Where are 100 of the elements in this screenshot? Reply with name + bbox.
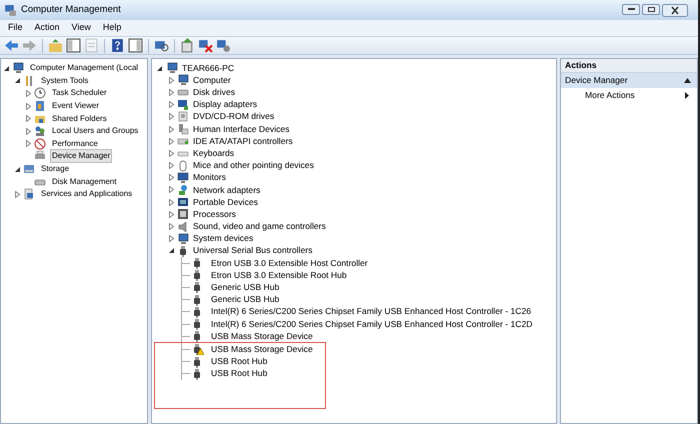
back-arrow-icon[interactable] [4,38,19,53]
collapsed-arrow-icon[interactable] [168,162,175,170]
device-item[interactable]: Generic USB Hub [211,293,280,306]
device-item[interactable]: USB Mass Storage Device [211,330,313,343]
device-category[interactable]: Human Interface Devices [193,122,290,136]
expanded-arrow-icon[interactable] [156,64,163,72]
tree-item[interactable]: Storage [39,162,72,176]
device-category[interactable]: System devices [193,232,254,246]
device-tree-root[interactable]: TEAR666-PC [182,62,234,75]
device-item[interactable]: Etron USB 3.0 Extensible Root Hub [211,268,347,282]
close-button[interactable] [662,4,688,16]
services-icon [23,188,35,200]
expanded-arrow-icon[interactable] [168,247,175,254]
collapsed-arrow-icon[interactable] [168,88,175,96]
usb-plug-icon [191,281,203,294]
menu-item[interactable]: Help [96,21,128,35]
tree-item[interactable]: System Tools [39,74,90,88]
collapsed-arrow-icon[interactable] [25,115,32,122]
menu-item[interactable]: Action [28,21,66,35]
device-item[interactable]: Intel(R) 6 Series/C200 Series Chipset Family USB Enhanced Host Controller - 1C26 [211,305,532,318]
expanded-arrow-icon[interactable] [14,166,21,173]
maximize-button[interactable] [642,4,660,14]
tree-item[interactable]: Task Scheduler [50,86,109,100]
collapsed-arrow-icon[interactable] [25,102,32,110]
actions-section[interactable]: Device Manager [561,73,697,88]
device-category[interactable]: Mice and other pointing devices [193,159,314,172]
console-tree-icon[interactable] [66,38,81,53]
tree-item[interactable]: Local Users and Groups [50,124,140,138]
drive-icon [177,110,189,123]
device-category[interactable]: Monitors [193,171,226,184]
more-actions-link[interactable]: More Actions [585,89,635,102]
device-category[interactable]: Processors [193,208,236,221]
collapsed-arrow-icon[interactable] [14,190,21,198]
collapsed-arrow-icon[interactable] [168,198,175,206]
folder-icon[interactable] [48,38,63,53]
usb-plug-icon [177,244,189,257]
minimize-button[interactable] [622,4,640,14]
device-category[interactable]: Computer [193,74,231,87]
expanded-arrow-icon[interactable] [14,77,21,84]
collapsed-arrow-icon[interactable] [25,90,32,97]
device-category[interactable]: Disk drives [193,86,236,99]
scan-hardware-icon[interactable] [154,38,169,53]
computer-icon [12,62,24,74]
menu-item[interactable]: File [2,21,29,35]
portable-device-icon [177,196,189,208]
collapsed-arrow-icon[interactable] [168,76,175,84]
mouse-icon [177,160,189,172]
tree-item[interactable]: Services and Applications [39,187,134,202]
device-category[interactable]: DVD/CD-ROM drives [193,110,274,124]
device-category[interactable]: IDE ATA/ATAPI controllers [193,134,293,148]
display-icon [177,98,189,111]
tree-item[interactable]: Shared Folders [50,112,109,126]
processor-icon [177,208,189,220]
update-driver-icon[interactable] [180,38,195,53]
collapse-arrow-icon[interactable] [684,78,691,83]
tree-item[interactable]: Disk Management [50,174,118,189]
collapsed-arrow-icon[interactable] [25,140,32,148]
device-category[interactable]: Keyboards [193,146,234,160]
device-category[interactable]: Network adapters [193,184,260,196]
users-icon [34,125,46,138]
collapsed-arrow-icon[interactable] [168,186,175,194]
collapsed-arrow-icon[interactable] [168,113,175,120]
device-item[interactable]: USB Mass Storage Device [211,342,313,356]
joystick-icon [177,123,189,136]
computer-icon [166,62,178,74]
collapsed-arrow-icon[interactable] [168,235,175,242]
device-item[interactable]: USB Root Hub [211,355,268,368]
tree-item[interactable]: Performance [50,136,100,151]
storage-icon [23,163,35,176]
collapsed-arrow-icon[interactable] [168,150,175,157]
tree-item[interactable]: Device Manager [50,149,112,164]
submenu-arrow-icon [685,92,689,99]
uninstall-icon[interactable] [198,38,213,53]
tree-item[interactable]: Event Viewer [50,99,101,114]
device-category[interactable]: Universal Serial Bus controllers [193,244,312,258]
collapsed-arrow-icon[interactable] [168,174,175,182]
help-icon[interactable] [110,38,125,53]
clock-icon [34,87,46,100]
device-category[interactable]: Portable Devices [193,196,258,209]
expanded-arrow-icon[interactable] [3,64,10,72]
tree-item[interactable]: Computer Management (Local [28,61,140,76]
device-item[interactable]: USB Root Hub [211,367,268,380]
device-category[interactable]: Sound, video and game controllers [193,220,326,233]
collapsed-arrow-icon[interactable] [168,126,175,133]
computer-icon [177,74,189,86]
device-item[interactable]: Generic USB Hub [211,281,280,294]
device-category[interactable]: Display adapters [193,98,258,112]
device-item[interactable]: Etron USB 3.0 Extensible Host Controller [211,256,368,270]
section-title: Device Manager [565,74,628,87]
usb-plug-icon [191,269,203,282]
action-pane-icon[interactable] [128,38,143,53]
collapsed-arrow-icon[interactable] [168,138,175,145]
collapsed-arrow-icon[interactable] [168,223,175,230]
collapsed-arrow-icon[interactable] [168,101,175,108]
device-item[interactable]: Intel(R) 6 Series/C200 Series Chipset Family USB Enhanced Host Controller - 1C2D [211,318,532,330]
collapsed-arrow-icon[interactable] [168,210,175,218]
usb-plug-icon [191,330,203,342]
collapsed-arrow-icon[interactable] [25,128,32,135]
menu-item[interactable]: View [66,21,97,35]
disable-device-icon[interactable] [216,38,231,53]
